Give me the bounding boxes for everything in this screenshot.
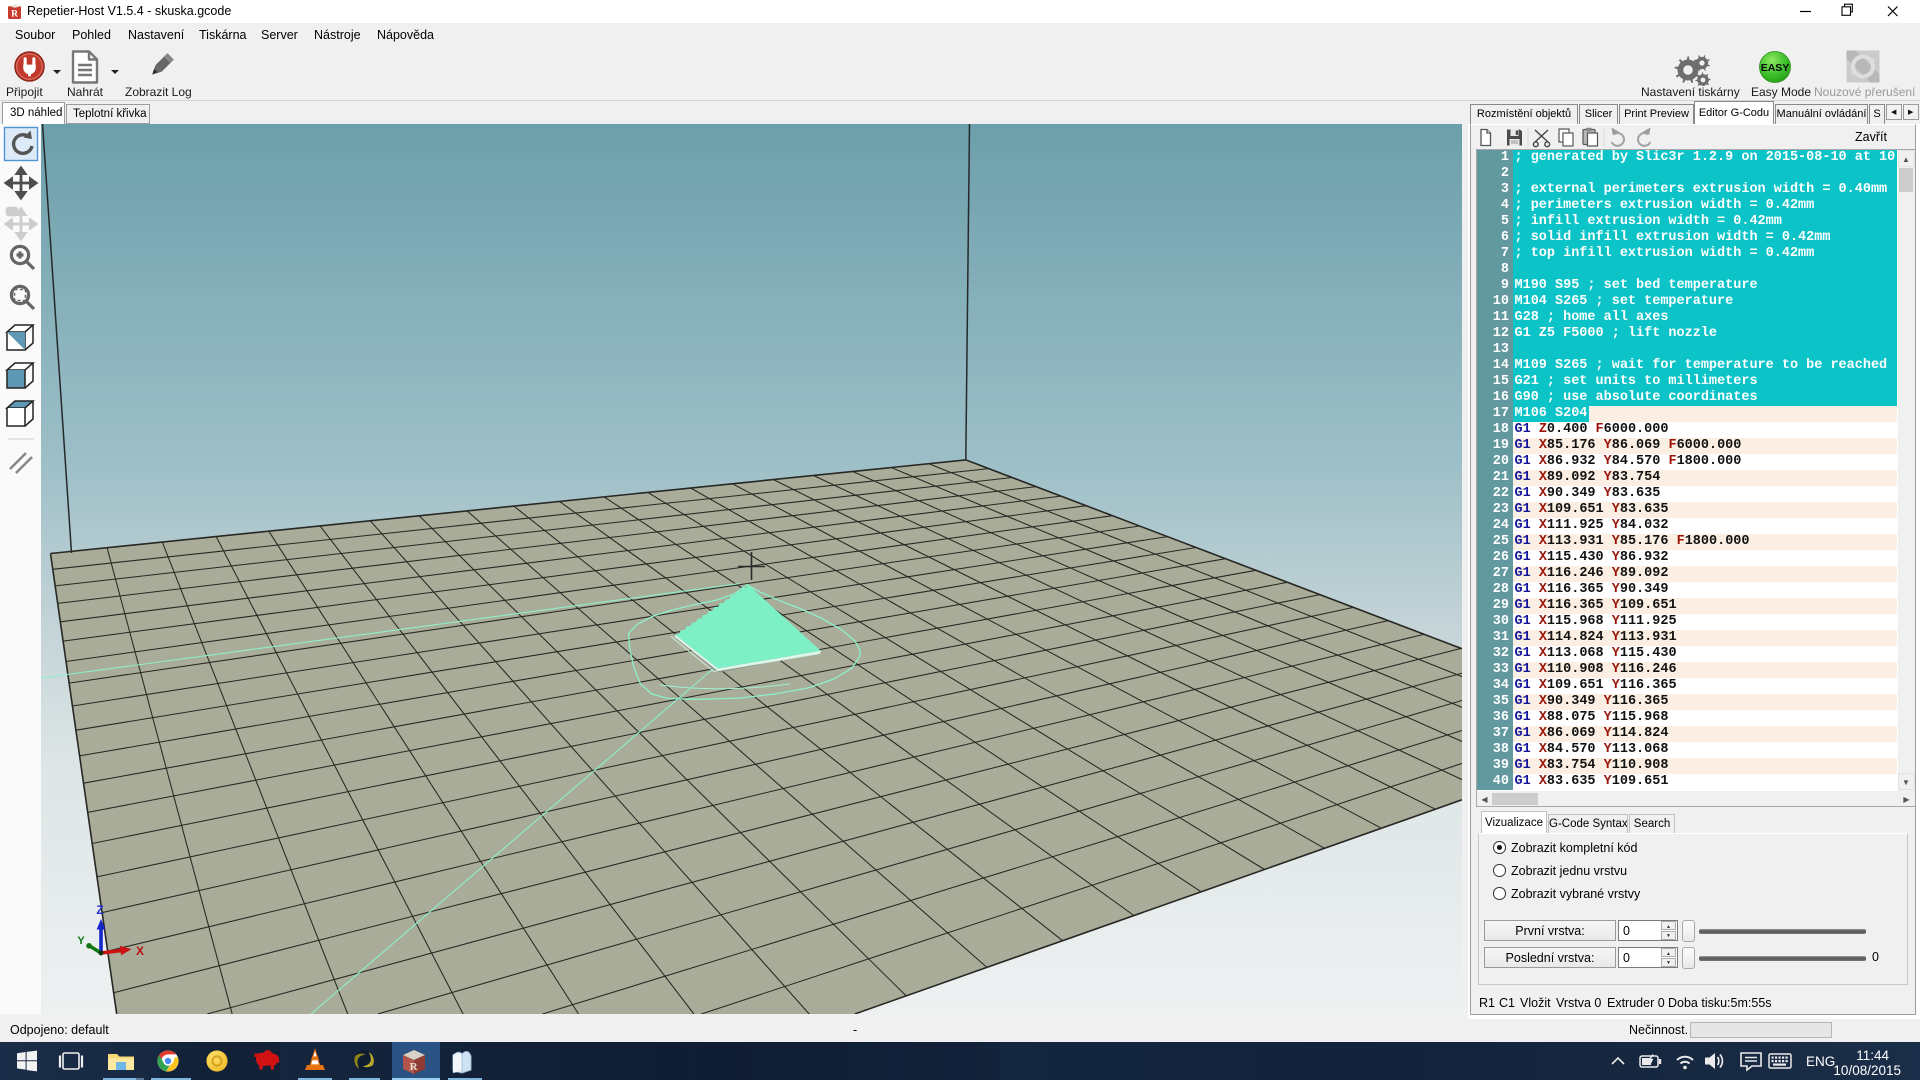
svg-text:11:44: 11:44: [1856, 1048, 1889, 1063]
svg-text:Y: Y: [77, 935, 85, 947]
svg-text:10/08/2015: 10/08/2015: [1833, 1063, 1901, 1078]
svg-text:R: R: [11, 10, 18, 20]
svg-text:R: R: [410, 1061, 419, 1073]
svg-text:Z: Z: [96, 903, 103, 917]
svg-text:X: X: [136, 944, 144, 958]
svg-text:EASY: EASY: [1761, 62, 1790, 74]
svg-text:ENG: ENG: [1806, 1054, 1835, 1069]
